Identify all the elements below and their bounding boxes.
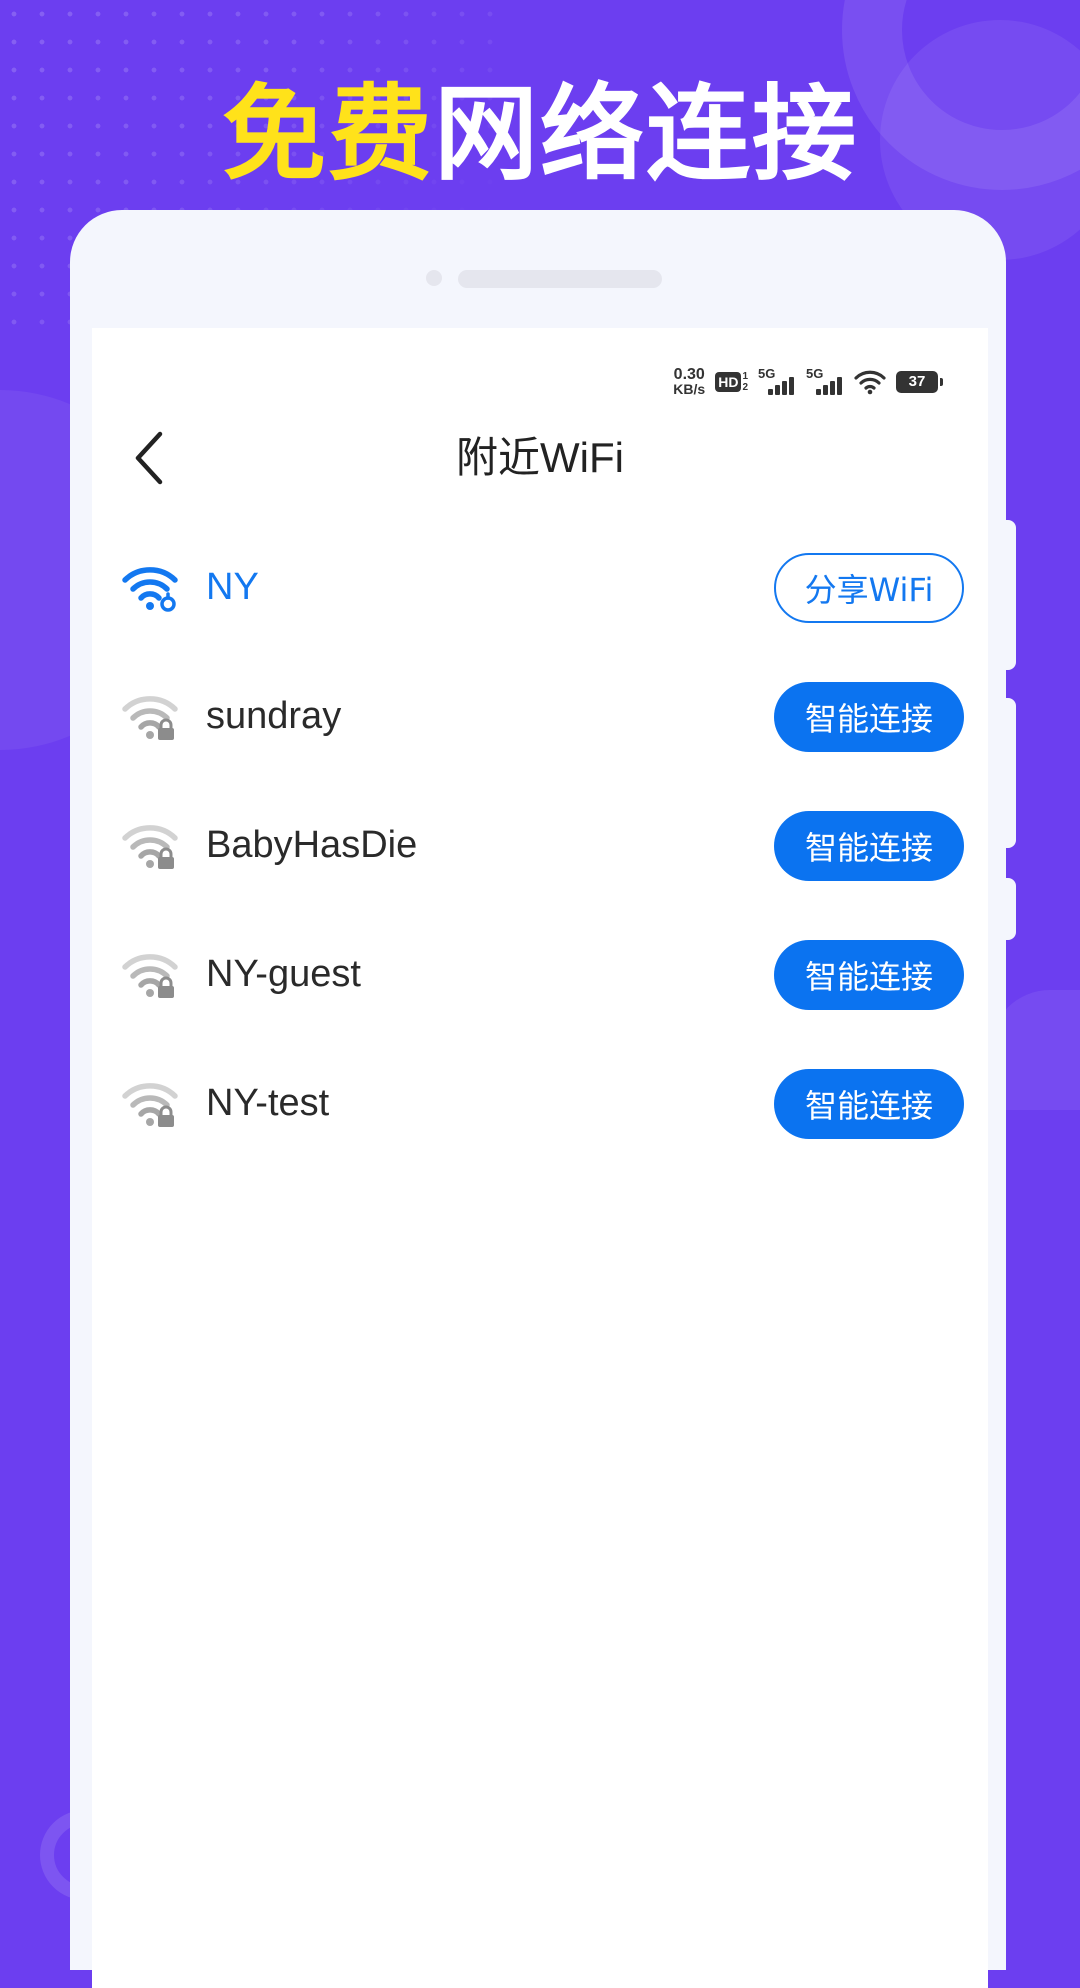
wifi-locked-icon xyxy=(122,1082,178,1127)
hd-sim-2: 2 xyxy=(742,382,748,393)
back-button[interactable] xyxy=(122,430,178,486)
phone-mockup: 0.30 KB/s HD 1 2 5G 5G 37 附近WiFi NY 分享Wi… xyxy=(70,210,1016,1988)
headline-rest: 网络连接 xyxy=(434,73,859,195)
status-bar: 0.30 KB/s HD 1 2 5G 5G 37 xyxy=(673,362,943,402)
phone-screen: 0.30 KB/s HD 1 2 5G 5G 37 附近WiFi NY 分享Wi… xyxy=(92,328,988,1988)
wifi-connected-icon xyxy=(122,566,178,612)
smart-connect-button[interactable]: 智能连接 xyxy=(774,939,964,1010)
network-speed: 0.30 KB/s xyxy=(673,366,706,397)
wifi-locked-icon xyxy=(122,695,178,740)
wifi-item[interactable]: sundray 智能连接 xyxy=(92,652,988,781)
wifi-name: NY-guest xyxy=(206,953,361,995)
nav-bar: 附近WiFi xyxy=(92,408,988,508)
wifi-item[interactable]: NY 分享WiFi xyxy=(92,523,988,652)
network-speed-unit: KB/s xyxy=(673,381,706,397)
wifi-item[interactable]: NY-test 智能连接 xyxy=(92,1039,988,1168)
wifi-list: NY 分享WiFi sundray 智能连接 BabyHasDie 智能连接 N… xyxy=(92,523,988,1168)
network-speed-value: 0.30 xyxy=(673,366,705,383)
smart-connect-button[interactable]: 智能连接 xyxy=(774,1068,964,1139)
hd-sim-1: 1 xyxy=(742,371,748,382)
wifi-locked-icon xyxy=(122,824,178,869)
wifi-name: NY xyxy=(206,566,259,608)
network-type-1: 5G xyxy=(758,366,776,381)
page-title: 附近WiFi xyxy=(456,434,624,481)
promo-headline: 免费网络连接 xyxy=(0,82,1080,186)
wifi-item[interactable]: BabyHasDie 智能连接 xyxy=(92,781,988,910)
front-camera xyxy=(426,270,442,286)
wifi-status-icon xyxy=(854,370,886,395)
share-wifi-button[interactable]: 分享WiFi xyxy=(774,552,964,623)
hd-voice-indicator: HD 1 2 xyxy=(715,371,748,393)
network-type-2: 5G xyxy=(806,366,824,381)
smart-connect-button[interactable]: 智能连接 xyxy=(774,681,964,752)
wifi-item[interactable]: NY-guest 智能连接 xyxy=(92,910,988,1039)
wifi-name: NY-test xyxy=(206,1082,330,1124)
signal-icon: 5G xyxy=(806,367,844,397)
phone-side-button xyxy=(1004,698,1016,848)
hd-label: HD xyxy=(715,372,742,392)
wifi-name: sundray xyxy=(206,695,342,737)
smart-connect-button[interactable]: 智能连接 xyxy=(774,810,964,881)
headline-highlight: 免费 xyxy=(221,73,434,195)
phone-speaker xyxy=(458,270,662,288)
battery-icon: 37 xyxy=(896,371,943,393)
signal-icon: 5G xyxy=(758,367,796,397)
phone-side-button xyxy=(1004,878,1016,940)
wifi-locked-icon xyxy=(122,953,178,998)
chevron-left-icon xyxy=(135,431,163,485)
phone-side-button xyxy=(1004,520,1016,670)
wifi-name: BabyHasDie xyxy=(206,824,418,866)
